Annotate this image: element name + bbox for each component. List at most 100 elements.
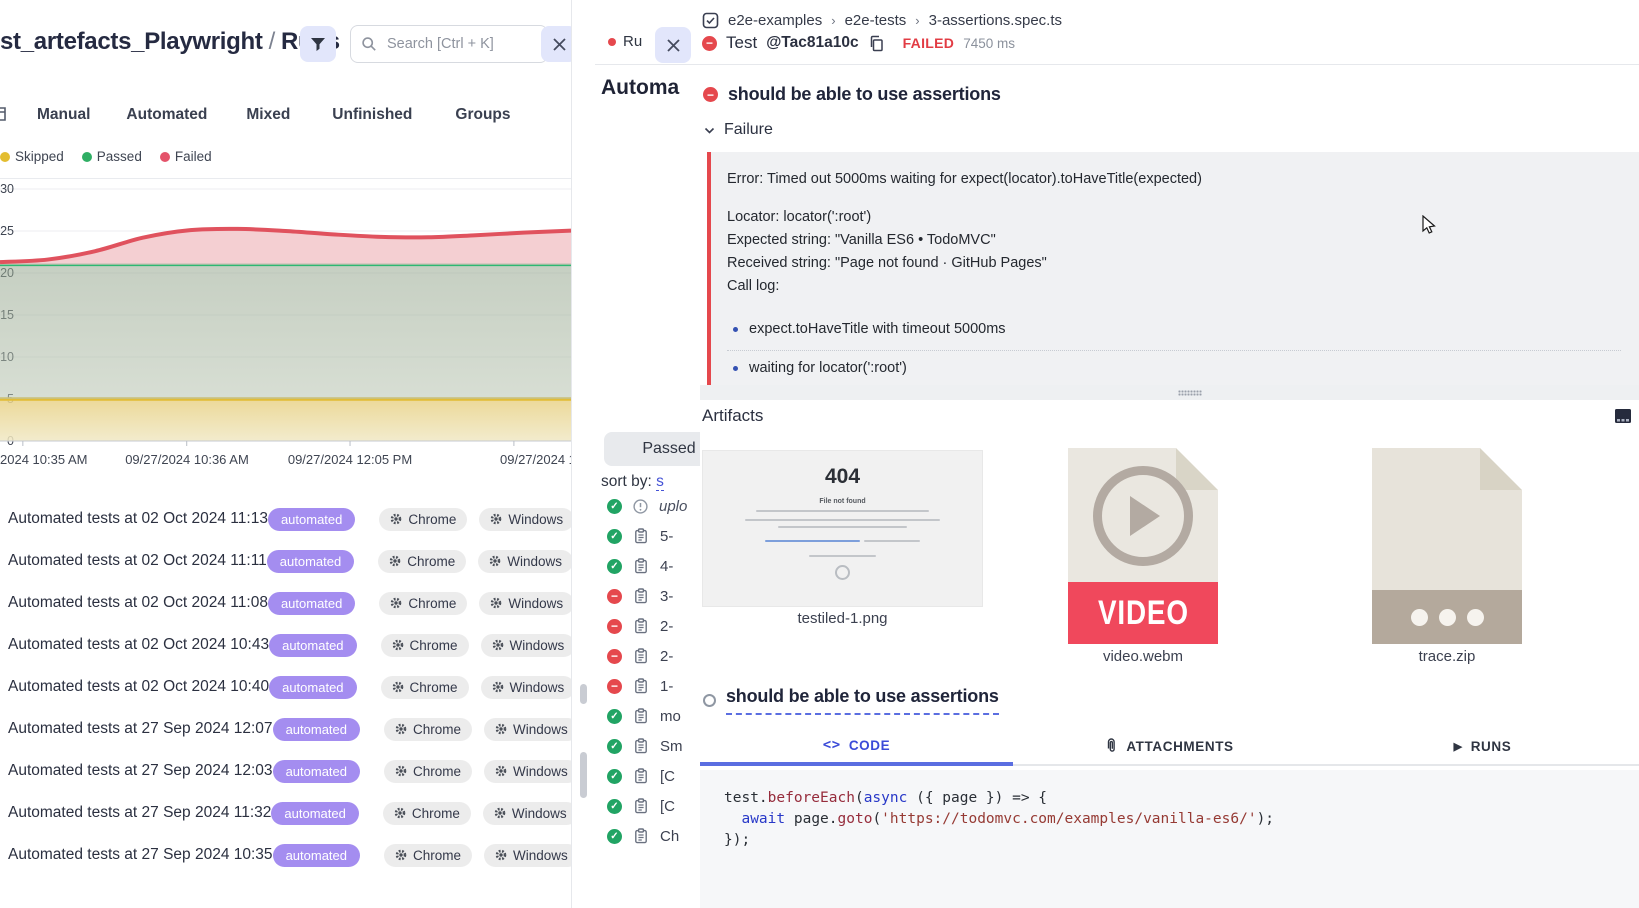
test-list-item[interactable]: 5- <box>607 526 700 546</box>
zip-band <box>1372 590 1522 644</box>
status-icon <box>607 619 622 634</box>
legend-label: Passed <box>97 149 142 164</box>
close-search-button[interactable] <box>541 26 572 62</box>
os-chip: Windows <box>484 844 572 867</box>
linked-test-title[interactable]: should be able to use assertions <box>726 686 999 715</box>
run-row[interactable]: Automated tests at 02 Oct 2024 10:43 aut… <box>0 624 571 666</box>
gallery-view-button[interactable] <box>1615 409 1631 423</box>
test-item-label: 2- <box>660 648 673 665</box>
run-row[interactable]: Automated tests at 02 Oct 2024 10:40 aut… <box>0 666 571 708</box>
status-icon <box>607 559 622 574</box>
close-icon <box>667 39 680 52</box>
search-box[interactable] <box>350 25 548 63</box>
scrollbar-thumb[interactable] <box>580 684 587 704</box>
run-row[interactable]: Automated tests at 27 Sep 2024 10:35 aut… <box>0 834 571 876</box>
run-badge: automated <box>273 844 360 867</box>
artifact-screenshot-thumbnail[interactable]: 404 File not found <box>702 450 983 607</box>
dot-icon <box>1439 609 1456 626</box>
artifact-trace-file[interactable] <box>1372 448 1522 644</box>
test-list-item[interactable]: mo <box>607 706 700 726</box>
os-chip: Windows <box>483 802 572 825</box>
faux-text-line <box>756 510 929 512</box>
copy-icon[interactable] <box>868 35 884 52</box>
legend-item[interactable]: Failed <box>160 149 212 164</box>
run-row[interactable]: Automated tests at 02 Oct 2024 11:11 aut… <box>0 540 571 582</box>
filter-button[interactable] <box>300 26 336 62</box>
sort-link[interactable]: s <box>656 473 664 491</box>
test-list-item[interactable]: uplo <box>607 496 700 516</box>
bullet-icon <box>733 366 738 371</box>
test-item-label: 2- <box>660 618 673 635</box>
status-icon <box>607 769 622 784</box>
os-chip: Windows <box>479 592 572 615</box>
os-chip: Windows <box>484 760 572 783</box>
test-list-item[interactable]: 2- <box>607 646 700 666</box>
call-log-text: waiting for locator(':root') <box>749 360 907 377</box>
tab-runs[interactable]: ▶ RUNS <box>1326 728 1639 766</box>
run-badge: automated <box>268 508 355 531</box>
x-tick-label: 09/27/2024 12:05 PM <box>288 452 412 467</box>
resize-handle[interactable] <box>700 385 1639 400</box>
close-icon <box>553 38 566 51</box>
page-fold <box>1176 448 1218 490</box>
failure-section-label: Failure <box>724 121 773 139</box>
gear-icon <box>490 513 502 525</box>
screenshot-subtitle-text: File not found <box>703 498 982 505</box>
tab-groups[interactable]: Groups <box>455 106 510 124</box>
clipboard-icon <box>633 828 649 844</box>
test-list-item[interactable]: 1- <box>607 676 700 696</box>
run-row[interactable]: Automated tests at 27 Sep 2024 12:03 aut… <box>0 750 571 792</box>
gear-icon <box>389 555 401 567</box>
run-title: Automated tests at 02 Oct 2024 10:40 <box>0 678 269 696</box>
crumb-suite[interactable]: e2e-examples <box>728 12 822 29</box>
chip-label: Chrome <box>407 554 455 569</box>
tab-unfinished[interactable]: Unfinished <box>332 106 412 124</box>
gear-icon <box>492 639 504 651</box>
browser-chip: Chrome <box>381 634 469 657</box>
scrollbar-thumb[interactable] <box>580 752 587 798</box>
tab-automated[interactable]: Automated <box>126 106 207 124</box>
crumb-spec[interactable]: 3-assertions.spec.ts <box>929 12 1062 29</box>
video-banner: VIDEO <box>1068 582 1218 644</box>
close-run-button[interactable] <box>655 27 691 63</box>
faux-text-line <box>745 519 940 521</box>
test-list-item[interactable]: 2- <box>607 616 700 636</box>
gear-icon <box>390 513 402 525</box>
run-row[interactable]: Automated tests at 02 Oct 2024 11:08 aut… <box>0 582 571 624</box>
runs-page-panel: st_artefacts_Playwright/Runs <box>0 0 572 908</box>
chip-label: Windows <box>513 764 568 779</box>
run-row[interactable]: Automated tests at 27 Sep 2024 12:07 aut… <box>0 708 571 750</box>
faux-text-line <box>864 540 920 542</box>
legend-item[interactable]: Passed <box>82 149 142 164</box>
run-tab[interactable]: Ru <box>608 33 642 50</box>
failure-section-toggle[interactable]: Failure <box>704 121 773 139</box>
chevron-down-icon <box>704 126 715 135</box>
filter-icon <box>310 37 326 52</box>
tab-attachments[interactable]: ATTACHMENTS <box>1013 728 1326 766</box>
crumb-subsuite[interactable]: e2e-tests <box>845 12 907 29</box>
run-row[interactable]: Automated tests at 27 Sep 2024 11:32 aut… <box>0 792 571 834</box>
tab-label: CODE <box>849 738 890 753</box>
test-list-item[interactable]: [C <box>607 796 700 816</box>
test-list-item[interactable]: [C <box>607 766 700 786</box>
run-badge: automated <box>268 592 355 615</box>
test-list-item[interactable]: Sm <box>607 736 700 756</box>
artifact-video-file[interactable]: VIDEO <box>1068 448 1218 644</box>
test-list-item[interactable]: Ch <box>607 826 700 846</box>
run-badge: automated <box>269 676 356 699</box>
tab-manual[interactable]: Manual <box>37 106 90 124</box>
chip-label: Windows <box>510 680 565 695</box>
passed-filter-button[interactable]: Passed <box>604 432 701 466</box>
test-list-item[interactable]: 3- <box>607 586 700 606</box>
code-snippet: test.beforeEach(async ({ page }) => { aw… <box>700 770 1639 908</box>
legend-item[interactable]: Skipped <box>0 149 64 164</box>
test-list-item[interactable]: 4- <box>607 556 700 576</box>
breadcrumb-project[interactable]: st_artefacts_Playwright <box>0 28 263 55</box>
run-row[interactable]: Automated tests at 02 Oct 2024 11:13 aut… <box>0 498 571 540</box>
gear-icon <box>489 555 501 567</box>
chip-label: Windows <box>513 848 568 863</box>
test-item-label: Sm <box>660 738 683 755</box>
tab-code[interactable]: <> CODE <box>700 728 1013 766</box>
error-line: Error: Timed out 5000ms waiting for expe… <box>727 168 1621 190</box>
tab-mixed[interactable]: Mixed <box>246 106 290 124</box>
